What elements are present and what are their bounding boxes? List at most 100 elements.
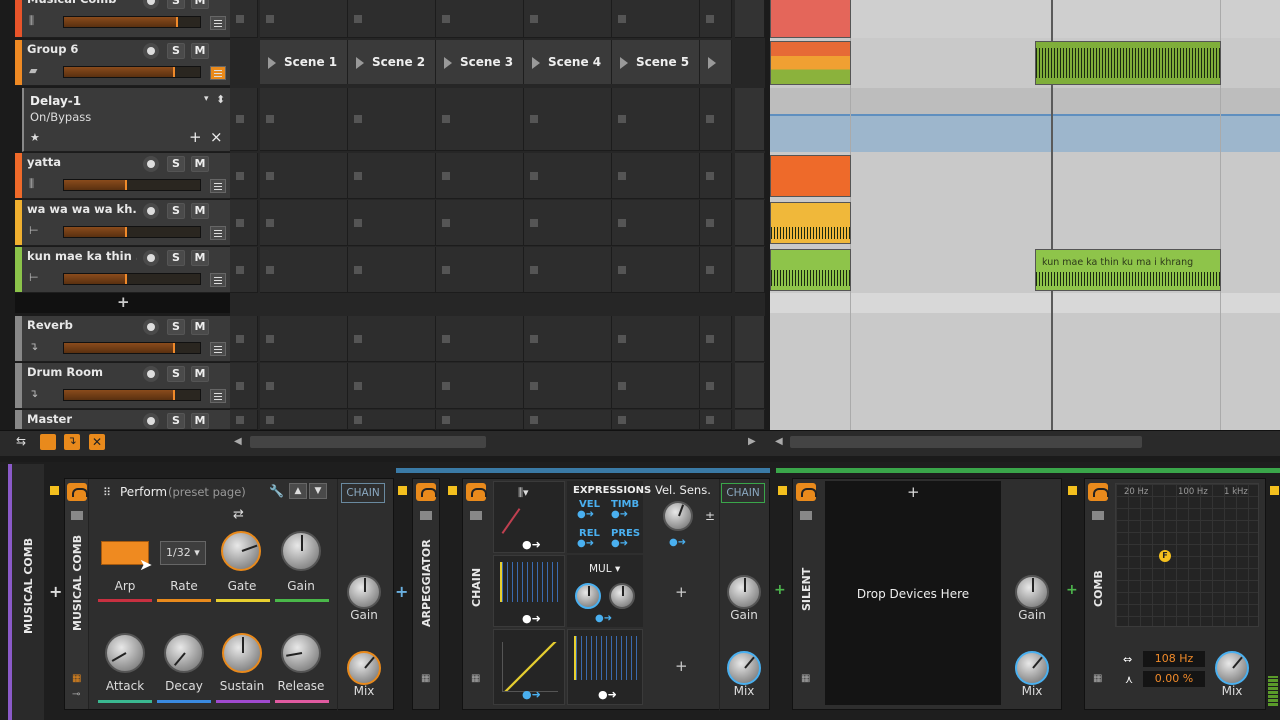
mute-button[interactable]: M [191, 203, 209, 219]
clip-slot[interactable] [700, 316, 732, 362]
track-header[interactable]: Master S M [15, 410, 230, 430]
mute-button[interactable]: M [191, 0, 209, 9]
release-knob[interactable] [281, 633, 321, 673]
mix-knob-4[interactable] [1215, 651, 1249, 685]
track-name[interactable]: yatta [27, 155, 137, 169]
folder-icon[interactable] [420, 511, 432, 520]
folder-icon[interactable] [1092, 511, 1104, 520]
play-icon[interactable] [268, 56, 276, 69]
mute-button[interactable]: M [191, 319, 209, 335]
track-header[interactable]: kun mae ka thin ... S M ⊢ [15, 247, 241, 293]
stop-slot[interactable] [230, 153, 258, 199]
clip-slot[interactable] [436, 0, 524, 38]
stop-slot[interactable] [230, 316, 258, 362]
record-arm-button[interactable] [143, 413, 159, 429]
stop-slot[interactable] [230, 200, 258, 246]
track-name[interactable]: wa wa wa wa kh... [27, 202, 137, 216]
solo-button[interactable]: S [167, 413, 185, 429]
clip-slot[interactable] [524, 0, 612, 38]
scroll-right-icon[interactable]: ▶ [748, 436, 756, 447]
record-arm-button[interactable] [143, 156, 159, 172]
scene-launcher[interactable]: Scene 3 [436, 40, 524, 84]
scene-launcher[interactable]: Scene 2 [348, 40, 436, 84]
preset-name[interactable]: Perform [120, 485, 167, 499]
track-name[interactable]: Musical Comb [27, 0, 137, 6]
add-mod-icon[interactable]: + [675, 583, 688, 601]
clip-slot[interactable] [436, 363, 524, 409]
scene-more[interactable] [700, 40, 732, 84]
stop-slot[interactable] [230, 363, 258, 409]
grid-icon[interactable]: ▦ [421, 673, 430, 684]
gain-knob-3[interactable] [1015, 575, 1049, 609]
clip-slot[interactable] [612, 410, 700, 430]
solo-button[interactable]: S [167, 366, 185, 382]
attack-knob[interactable] [105, 633, 145, 673]
grid-icon[interactable]: ▦ [72, 673, 81, 684]
mod-arrow-icon[interactable]: ●➜ [669, 537, 686, 548]
record-arm-button[interactable] [143, 0, 159, 9]
solo-button[interactable]: S [167, 203, 185, 219]
mod-arrow-icon[interactable]: ●➜ [522, 538, 541, 551]
clip-slot[interactable] [612, 0, 700, 38]
page-down-button[interactable]: ▼ [309, 483, 327, 499]
mod-cell[interactable]: ●➜ [493, 629, 565, 705]
track-header[interactable]: Musical Comb SM ⫼ [15, 0, 241, 38]
slot-menu[interactable] [735, 0, 765, 38]
clip-slot[interactable] [260, 200, 348, 246]
clip-slot[interactable] [436, 410, 524, 430]
slot-menu[interactable] [735, 410, 765, 430]
clip-slot[interactable] [700, 200, 732, 246]
clip-slot[interactable] [612, 363, 700, 409]
close-panel-icon[interactable]: ✕ [89, 434, 105, 450]
launcher-scrollbar[interactable] [250, 436, 486, 448]
arranger-scrollbar[interactable] [790, 436, 1142, 448]
clip-slot[interactable] [260, 316, 348, 362]
solo-button[interactable]: S [167, 250, 185, 266]
star-icon[interactable]: ★ [30, 131, 40, 144]
record-arm-button[interactable] [143, 319, 159, 335]
clip-group[interactable] [770, 41, 851, 85]
track-menu-button[interactable] [210, 226, 226, 240]
stop-slot[interactable] [230, 0, 258, 38]
clip-slot[interactable] [348, 410, 436, 430]
track-menu-button[interactable] [210, 342, 226, 356]
track-name[interactable]: Drum Room [27, 365, 137, 379]
volume-fader[interactable] [63, 66, 201, 78]
mod-cell[interactable]: ⫼▾ ●➜ [493, 481, 565, 553]
scene-launcher[interactable]: Scene 5 [612, 40, 700, 84]
decay-knob[interactable] [164, 633, 204, 673]
clip-slot[interactable] [260, 410, 348, 430]
slot-menu[interactable] [735, 363, 765, 409]
clip-yatta[interactable] [770, 155, 851, 197]
folder-icon[interactable] [71, 511, 83, 520]
rate-dropdown[interactable]: 1/32 ▾ [160, 541, 206, 565]
gain-knob-2[interactable] [727, 575, 761, 609]
close-param-button[interactable]: × [210, 128, 223, 146]
record-arm-button[interactable] [143, 366, 159, 382]
delay-name[interactable]: Delay-1 [30, 94, 81, 108]
grid-icon[interactable]: ▦ [1093, 673, 1102, 684]
clip-slot[interactable] [348, 153, 436, 199]
power-icon[interactable] [796, 483, 817, 501]
track-header[interactable]: Drum Room S M ↴ [15, 363, 241, 409]
track-menu-button[interactable] [210, 179, 226, 193]
scene-launcher[interactable]: Scene 4 [524, 40, 612, 84]
clip-slot[interactable] [524, 153, 612, 199]
add-device-icon[interactable]: + [1066, 582, 1078, 598]
scene-launcher[interactable]: Scene 1 [260, 40, 348, 84]
grid-icon[interactable]: ▦ [471, 673, 480, 684]
clip-slot[interactable] [348, 0, 436, 38]
clip-slot[interactable] [260, 88, 348, 151]
track-menu-button[interactable] [210, 16, 226, 30]
volume-fader[interactable] [63, 226, 201, 238]
power-icon[interactable] [1088, 483, 1109, 501]
clip-slot[interactable] [700, 363, 732, 409]
mod-arrow-icon[interactable]: ●➜ [522, 612, 541, 625]
freq-value[interactable]: 108 Hz [1143, 651, 1205, 667]
slot-menu[interactable] [735, 247, 765, 293]
mixer-icon[interactable] [40, 434, 56, 450]
chain-gain-knob[interactable] [347, 575, 381, 609]
play-icon[interactable] [708, 56, 716, 69]
clip-slot[interactable] [436, 316, 524, 362]
track-header[interactable]: Reverb S M ↴ [15, 316, 241, 362]
